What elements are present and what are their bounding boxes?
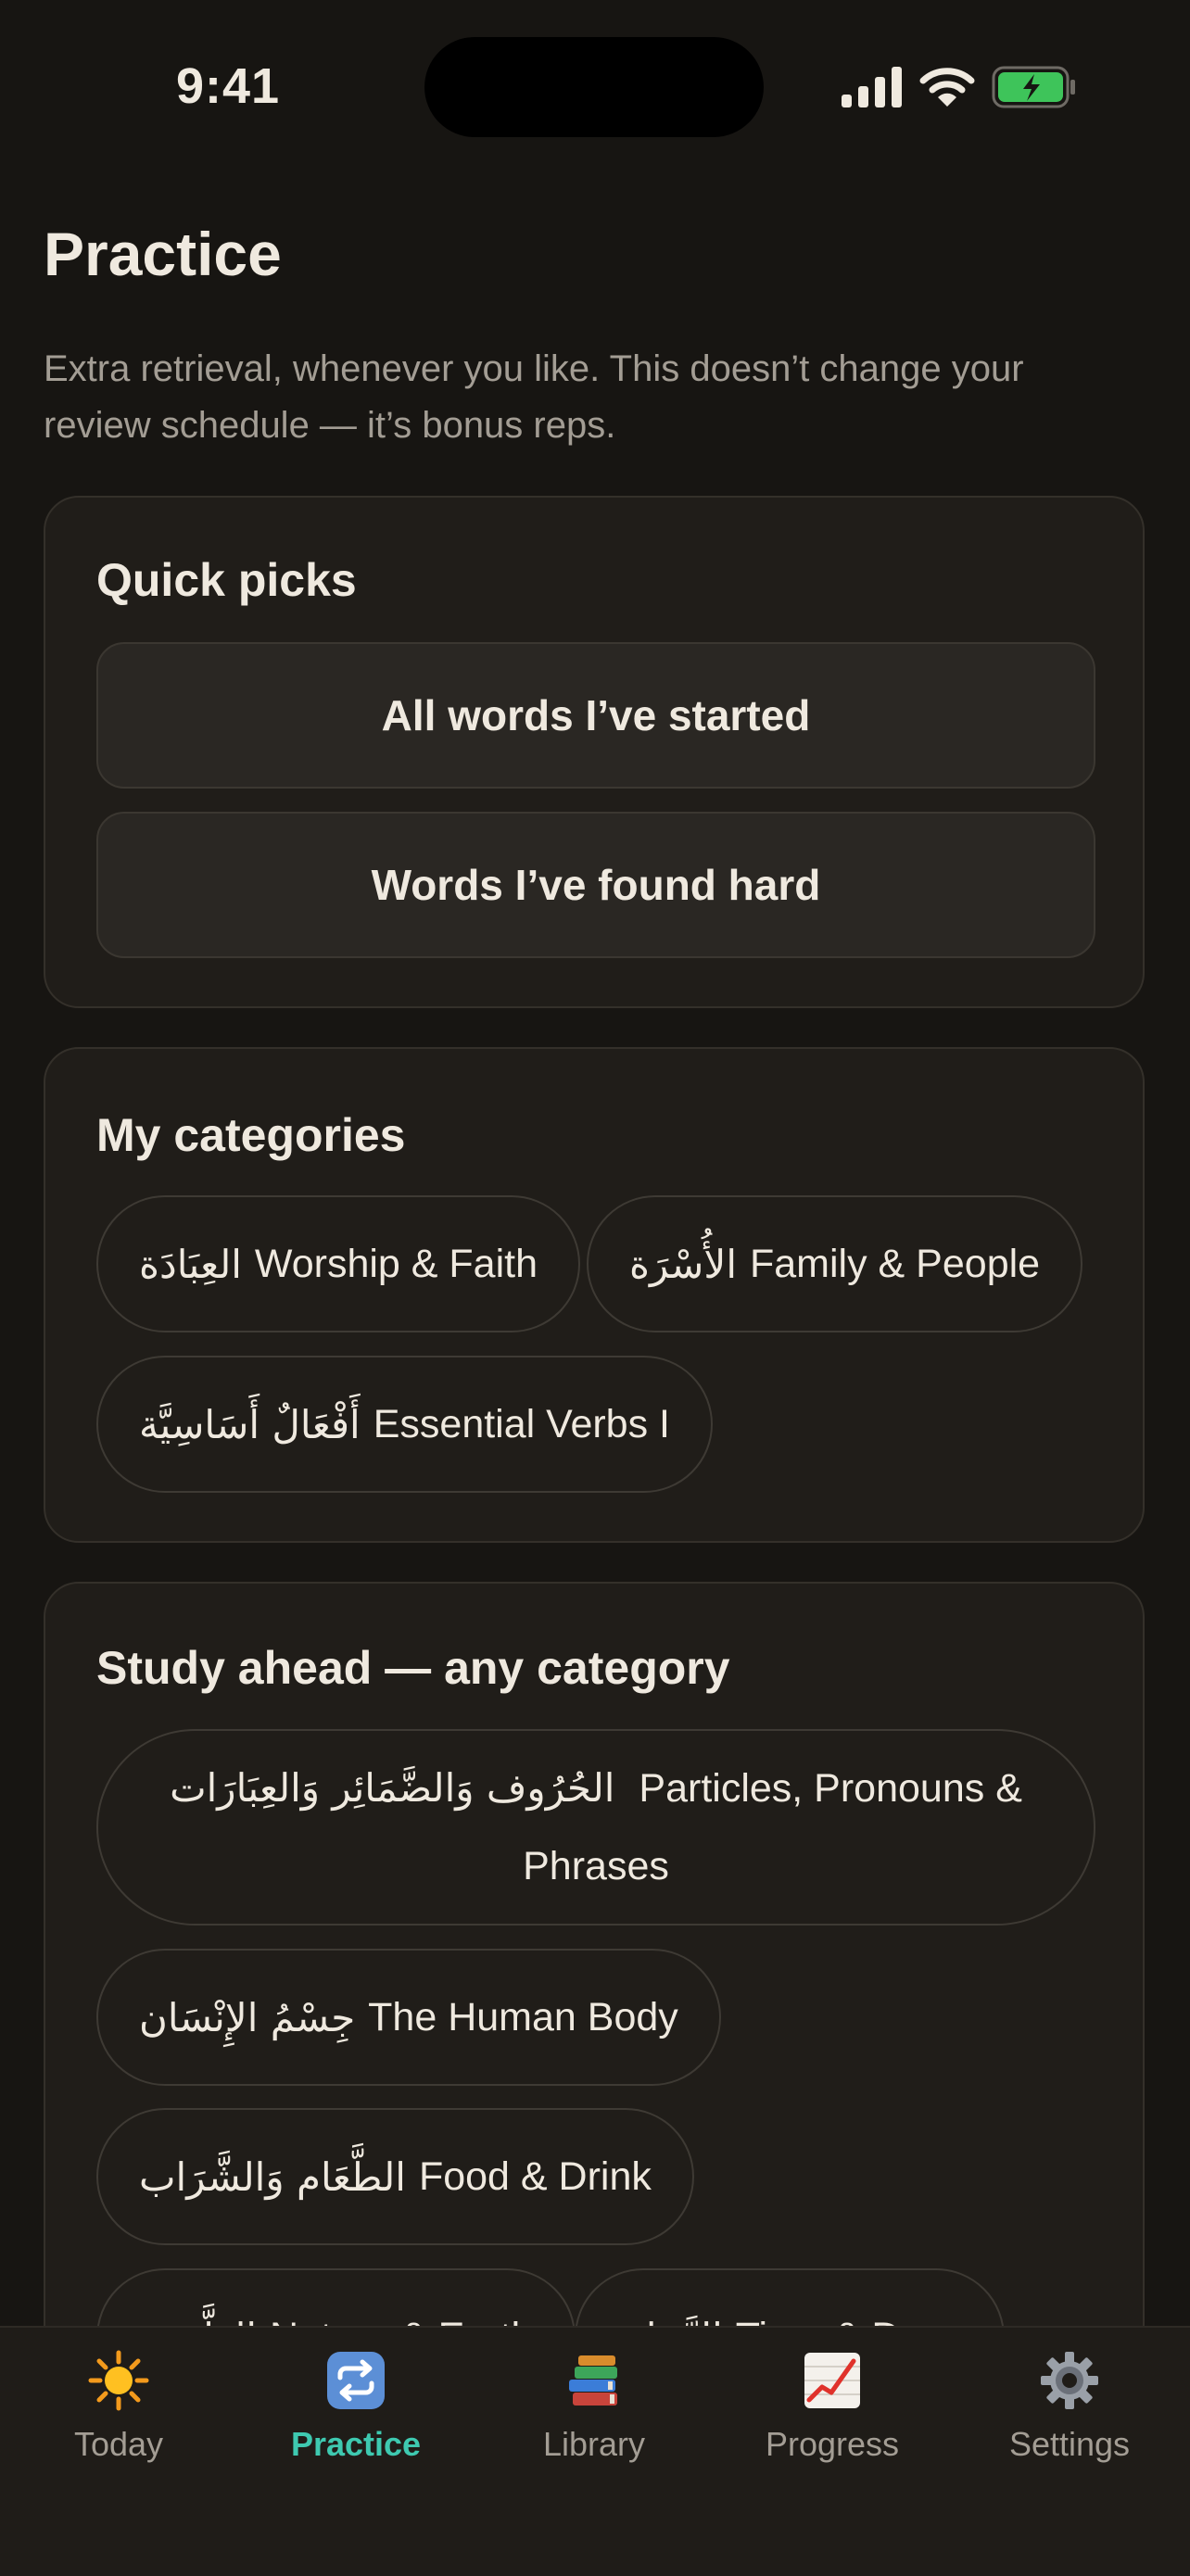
category-chip-particles-pronouns[interactable]: الحُرُوف وَالضَّمَائِر وَالعِبَارَات Par… <box>96 1729 1095 1926</box>
category-chip-food-drink[interactable]: الطَّعَام وَالشَّرَاب Food & Drink <box>96 2108 694 2245</box>
tab-library[interactable]: Library <box>492 2350 696 2464</box>
tab-practice[interactable]: Practice <box>254 2350 458 2464</box>
category-arabic-name: الطَّبِيعَة <box>139 2315 257 2327</box>
tab-settings[interactable]: Settings <box>968 2350 1171 2464</box>
cellular-signal-icon <box>842 67 902 107</box>
books-icon <box>569 2355 617 2406</box>
tab-label: Today <box>73 2425 164 2463</box>
tab-label: Library <box>542 2425 646 2463</box>
page-subtitle: Extra retrieval, whenever you like. This… <box>44 348 1024 446</box>
tab-bar: Today Practice Library Progress Settings <box>0 2326 1190 2576</box>
battery-charging-icon <box>992 66 1075 108</box>
study-ahead-card: Study ahead — any category الحُرُوف وَال… <box>44 1582 1145 2326</box>
category-label: Time & Days <box>736 2315 963 2327</box>
category-label: Food & Drink <box>418 2153 652 2199</box>
category-chip-worship-faith[interactable]: العِبَادَة Worship & Faith <box>96 1195 581 1332</box>
category-arabic-name: الزَّمَان <box>617 2315 723 2327</box>
status-icons <box>842 63 1077 111</box>
my-categories-title: My categories <box>96 1109 406 1161</box>
category-label: Nature & Earth <box>270 2315 533 2327</box>
repeat-icon <box>327 2352 385 2409</box>
status-bar: 9:41 <box>0 0 1190 139</box>
tab-label: Settings <box>1008 2425 1131 2463</box>
gear-icon <box>1041 2352 1098 2409</box>
category-arabic-name: الطَّعَام وَالشَّرَاب <box>139 2153 406 2200</box>
category-arabic-name: الحُرُوف وَالضَّمَائِر وَالعِبَارَات <box>170 1765 615 1811</box>
dynamic-island <box>424 37 764 137</box>
wifi-icon <box>919 68 975 107</box>
category-chip-essential-verbs[interactable]: أَفْعَالٌ أَسَاسِيَّة Essential Verbs I <box>96 1356 713 1493</box>
quick-picks-card: Quick picks All words I’ve started Words… <box>44 496 1145 1008</box>
tab-progress[interactable]: Progress <box>730 2350 934 2464</box>
category-arabic-name: أَفْعَالٌ أَسَاسِيَّة <box>139 1401 361 1447</box>
chart-icon <box>804 2353 860 2408</box>
study-ahead-title: Study ahead — any category <box>96 1642 730 1694</box>
page-title: Practice <box>44 220 282 288</box>
category-arabic-name: جِسْمُ الإِنْسَان <box>139 1994 356 2040</box>
scroll-content[interactable]: Practice Extra retrieval, whenever you l… <box>0 0 1190 2326</box>
my-categories-card: My categories العِبَادَة Worship & Faith… <box>44 1047 1145 1543</box>
category-chip-nature-earth[interactable]: الطَّبِيعَة Nature & Earth <box>96 2268 576 2326</box>
hard-words-button[interactable]: Words I’ve found hard <box>96 812 1095 958</box>
tab-label: Practice <box>290 2425 422 2463</box>
category-label: Family & People <box>750 1241 1041 1286</box>
category-label: Worship & Faith <box>254 1241 538 1286</box>
tab-today[interactable]: Today <box>17 2350 221 2464</box>
category-chip-family-people[interactable]: الأُسْرَة Family & People <box>587 1195 1083 1332</box>
sun-icon <box>88 2350 149 2411</box>
category-chip-human-body[interactable]: جِسْمُ الإِنْسَان The Human Body <box>96 1949 721 2086</box>
category-chip-time-days[interactable]: الزَّمَان Time & Days <box>575 2268 1006 2327</box>
category-arabic-name: الأُسْرَة <box>629 1241 737 1287</box>
all-started-words-button[interactable]: All words I’ve started <box>96 642 1095 789</box>
status-time: 9:41 <box>176 58 281 114</box>
quick-picks-title: Quick picks <box>96 554 357 606</box>
category-label: The Human Body <box>368 1994 678 2039</box>
category-arabic-name: العِبَادَة <box>139 1241 242 1287</box>
category-label: Essential Verbs I <box>373 1401 670 1446</box>
tab-label: Progress <box>765 2425 900 2463</box>
